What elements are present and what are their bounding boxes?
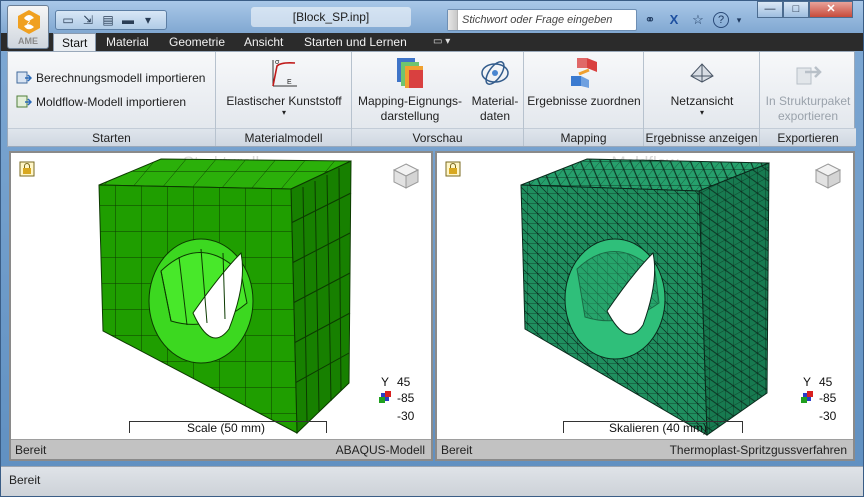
ribbon-options-icon[interactable]: ▭ ▾ xyxy=(433,35,461,49)
svg-text:E: E xyxy=(287,79,292,86)
elastic-plastic-button[interactable]: E σ Elastischer Kunststoff ▾ xyxy=(220,56,348,117)
group-starten: Berechnungsmodell importieren Moldflow-M… xyxy=(8,52,216,146)
viewport-status-left: Bereit xyxy=(15,443,47,457)
window-title: [Block_SP.inp] xyxy=(251,7,411,27)
group-vorschau-title: Vorschau xyxy=(352,128,523,146)
import-moldflow-button[interactable]: Moldflow-Modell importieren xyxy=(16,92,186,112)
open-icon[interactable]: ▭ xyxy=(60,13,76,27)
group-ergebnisse: Netzansicht ▾ Ergebnisse anzeigen xyxy=(644,52,760,146)
stress-strain-icon: E σ xyxy=(272,59,297,87)
svg-text:σ: σ xyxy=(275,59,280,66)
mapping-suitability-icon xyxy=(397,58,423,88)
viewport-structural[interactable]: Strukturell Block_SP.inp xyxy=(9,151,433,461)
elastic-plastic-label: Elastischer Kunststoff xyxy=(226,94,342,108)
group-exportieren-title: Exportieren xyxy=(760,128,856,146)
material-data-button[interactable]: Material- daten xyxy=(468,56,522,124)
group-materialmodell: E σ Elastischer Kunststoff ▾ Materialmod… xyxy=(216,52,352,146)
assign-results-icon xyxy=(571,58,597,88)
export-structural-button[interactable]: In Strukturpaket exportieren xyxy=(760,56,856,124)
import-model-icon xyxy=(16,71,32,84)
import-moldflow-label: Moldflow-Modell importieren xyxy=(36,95,187,109)
close-button[interactable]: ✕ xyxy=(809,1,853,18)
title-icons: ⚭ X ☆ ? ▾ xyxy=(641,10,743,30)
material-data-icon xyxy=(481,61,509,85)
triad-icon xyxy=(801,391,813,403)
x-exchange-icon[interactable]: X xyxy=(665,11,683,29)
mesh-view-dropdown-icon: ▾ xyxy=(699,108,704,117)
app-logo-text: AME xyxy=(18,36,38,46)
viewport-status-bar: Bereit ABAQUS-Modell xyxy=(11,439,431,459)
viewport-status-right: Thermoplast-Spritzgussverfahren xyxy=(669,443,847,457)
search-handle xyxy=(448,10,458,30)
autodesk-logo-icon xyxy=(18,10,40,34)
viewport-status-left: Bereit xyxy=(441,443,473,457)
ribbon-panel: Berechnungsmodell importieren Moldflow-M… xyxy=(7,51,856,147)
mapping-suitability-label-2: darstellung xyxy=(380,109,440,123)
quick-access-toolbar: ▭ ⇲ ▤ ▬ ▾ xyxy=(55,10,167,30)
binoculars-icon[interactable]: ⚭ xyxy=(641,11,659,29)
mesh-view-icon xyxy=(690,63,714,83)
help-dropdown-icon[interactable]: ▾ xyxy=(735,11,743,29)
dropdown-icon[interactable]: ▾ xyxy=(140,13,156,27)
material-data-label-2: daten xyxy=(479,109,511,123)
group-starten-title: Starten xyxy=(8,128,215,146)
group-mapping-title: Mapping xyxy=(524,128,643,146)
print-icon[interactable]: ▤ xyxy=(100,13,116,27)
material-data-label-1: Material- xyxy=(471,94,519,108)
triad-value-3: -30 xyxy=(819,409,837,423)
scale-label: Scale (50 mm) xyxy=(187,421,266,435)
triad-value-3: -30 xyxy=(397,409,415,423)
search-input[interactable]: Stichwort oder Frage eingeben xyxy=(447,9,637,31)
search-placeholder: Stichwort oder Frage eingeben xyxy=(462,14,613,26)
viewport-status-bar: Bereit Thermoplast-Spritzgussverfahren xyxy=(437,439,853,459)
ribbon-tab-row: Start Material Geometrie Ansicht Starten… xyxy=(1,33,863,51)
viewport-status-right: ABAQUS-Modell xyxy=(335,443,425,457)
tab-geometrie[interactable]: Geometrie xyxy=(161,33,233,51)
triad-value-2: -85 xyxy=(819,391,837,405)
tab-start[interactable]: Start xyxy=(53,33,97,51)
viewport-moldflow[interactable]: Moldflow security_block_block_material_1 xyxy=(435,151,855,461)
mapping-suitability-button[interactable]: Mapping-Eignungs- darstellung xyxy=(352,56,468,124)
axis-triad: Y 45 -85 -30 xyxy=(367,375,427,435)
tab-material[interactable]: Material xyxy=(98,33,157,51)
export-icon xyxy=(796,66,822,85)
maximize-button[interactable]: □ xyxy=(783,1,809,18)
mapping-suitability-label-1: Mapping-Eignungs- xyxy=(357,94,463,108)
folder-icon[interactable]: ▬ xyxy=(120,13,136,27)
mesh-view-label: Netzansicht xyxy=(670,94,734,108)
status-bar: Bereit xyxy=(1,466,863,496)
mesh-view-button[interactable]: Netzansicht ▾ xyxy=(644,56,760,117)
group-exportieren: In Strukturpaket exportieren Exportieren xyxy=(760,52,856,146)
title-bar: ▭ ⇲ ▤ ▬ ▾ [Block_SP.inp] Stichwort oder … xyxy=(1,1,863,35)
tab-starten-und-lernen[interactable]: Starten und Lernen xyxy=(296,33,415,51)
scale-label: Skalieren (40 mm) xyxy=(609,421,708,435)
help-icon[interactable]: ? xyxy=(713,12,729,28)
star-icon[interactable]: ☆ xyxy=(689,11,707,29)
triad-value-2: -85 xyxy=(397,391,415,405)
export-label-2: exportieren xyxy=(777,109,839,123)
export-label-1: In Strukturpaket xyxy=(765,94,851,108)
group-ergebnisse-title: Ergebnisse anzeigen xyxy=(644,128,759,146)
import-moldflow-icon xyxy=(16,95,32,108)
tab-ansicht[interactable]: Ansicht xyxy=(236,33,291,51)
triad-icon xyxy=(379,391,391,403)
assign-results-label: Ergebnisse zuordnen xyxy=(527,94,641,108)
triad-value-1: 45 xyxy=(819,375,833,389)
axis-triad: Y 45 -85 -30 xyxy=(789,375,849,435)
application-window: ▭ ⇲ ▤ ▬ ▾ [Block_SP.inp] Stichwort oder … xyxy=(0,0,864,497)
group-materialmodell-title: Materialmodell xyxy=(216,128,351,146)
elastic-dropdown-icon: ▾ xyxy=(281,108,286,117)
group-mapping: Ergebnisse zuordnen Mapping xyxy=(524,52,644,146)
triad-value-1: 45 xyxy=(397,375,411,389)
import-calc-model-button[interactable]: Berechnungsmodell importieren xyxy=(16,68,205,88)
group-vorschau: Mapping-Eignungs- darstellung Material- … xyxy=(352,52,524,146)
application-menu-button[interactable]: AME xyxy=(7,5,49,49)
import-calc-model-label: Berechnungsmodell importieren xyxy=(36,71,206,85)
minimize-button[interactable]: — xyxy=(757,1,783,18)
import-icon[interactable]: ⇲ xyxy=(80,13,96,27)
assign-results-button[interactable]: Ergebnisse zuordnen xyxy=(524,56,644,109)
